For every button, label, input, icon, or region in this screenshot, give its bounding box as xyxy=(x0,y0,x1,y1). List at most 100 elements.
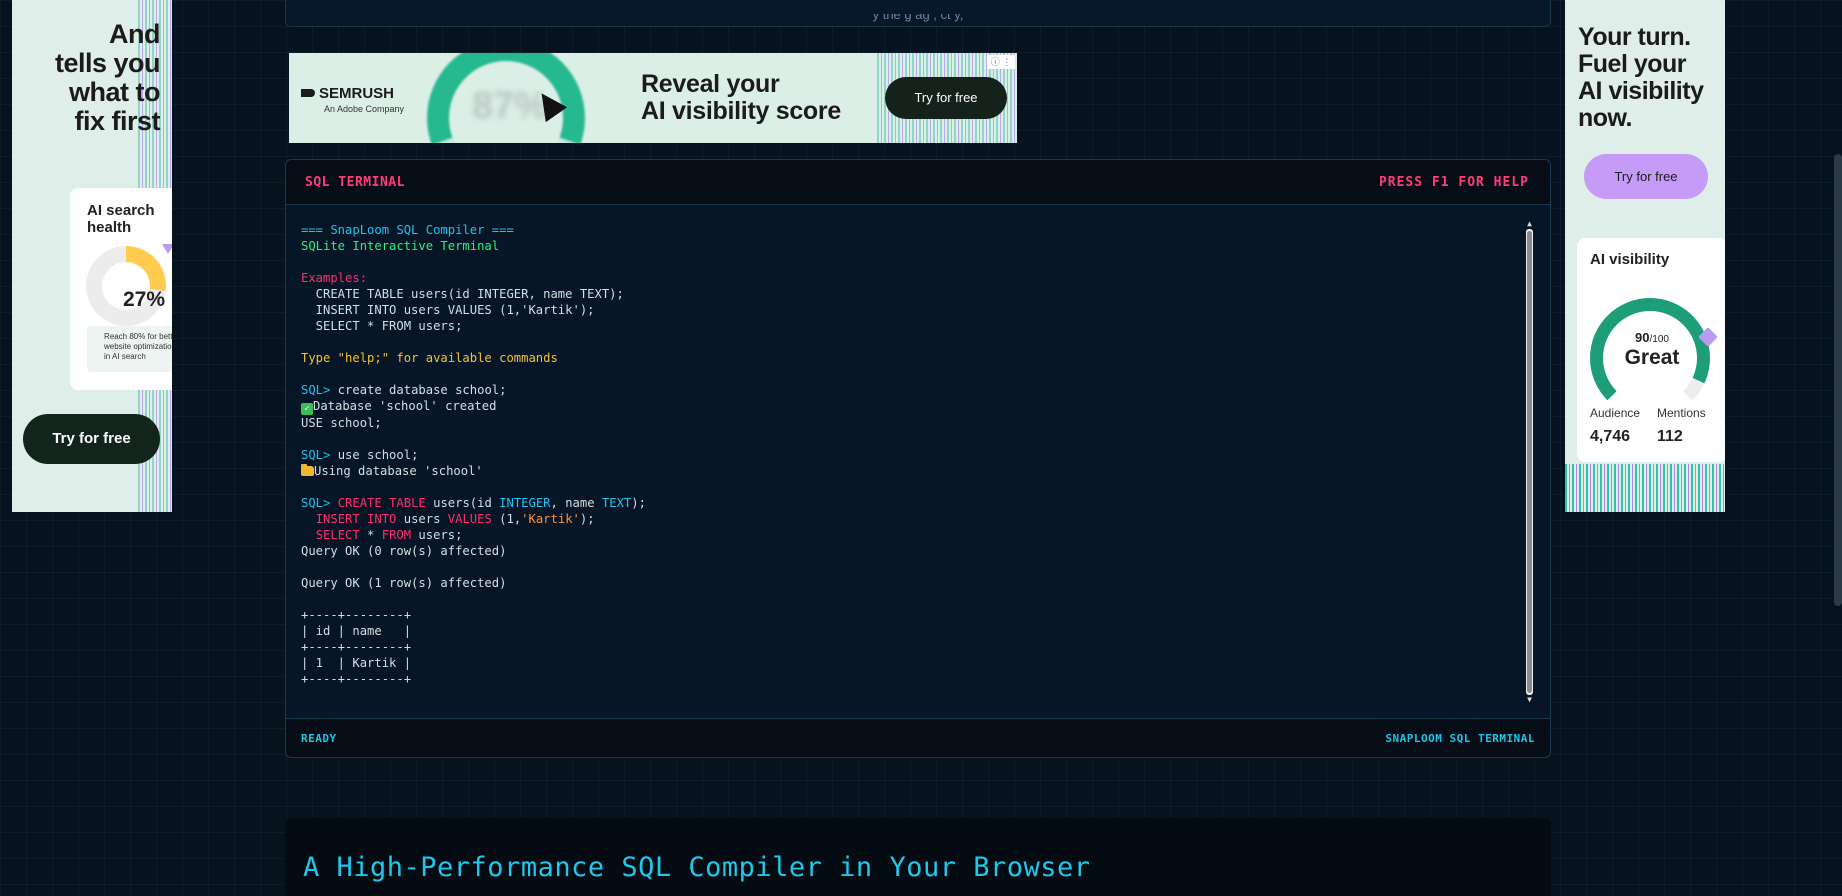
page-scrollbar[interactable] xyxy=(1834,154,1842,606)
left-ad-cta-button[interactable]: Try for free xyxy=(23,414,160,464)
right-ad-rating: Great xyxy=(1624,346,1680,369)
scroll-down-icon[interactable]: ▼ xyxy=(1524,695,1535,704)
right-ad-headline-line: Fuel your xyxy=(1578,50,1687,78)
right-ad-score-max: /100 xyxy=(1649,334,1669,345)
sql-keyword: INSERT INTO xyxy=(315,512,397,526)
section-title: A High-Performance SQL Compiler in Your … xyxy=(303,852,1091,883)
banner-cta-button[interactable]: Try for free xyxy=(885,77,1007,119)
sql-keyword: CREATE TABLE xyxy=(337,496,426,510)
examples-label: Examples: xyxy=(301,271,368,285)
sql-terminal[interactable]: SQL TERMINAL PRESS F1 FOR HELP === SnapL… xyxy=(285,159,1551,758)
command-text: users; xyxy=(411,528,463,542)
result-table-line: | id | name | xyxy=(301,624,412,638)
right-ad-headline: Your turn. Fuel your AI visibility now. xyxy=(1578,24,1723,132)
sql-prompt: SQL> xyxy=(301,383,331,397)
command-line: SELECT * FROM users; xyxy=(301,527,646,543)
right-ad-card: AI visibility 90/100 Great Audience 4,74… xyxy=(1577,238,1725,462)
command-text: users xyxy=(396,512,448,526)
feature-section: A High-Performance SQL Compiler in Your … xyxy=(285,818,1551,896)
banner-headline-line: AI visibility score xyxy=(641,97,841,125)
left-ad-headline-line: tells you xyxy=(54,48,161,78)
command-text: ); xyxy=(579,512,595,526)
result-line: Query OK (1 row(s) affected) xyxy=(301,576,507,590)
sql-string: 'Kartik' xyxy=(521,512,580,526)
help-hint: Type "help;" for available commands xyxy=(301,351,558,365)
scrollbar-thumb[interactable] xyxy=(1527,231,1532,693)
terminal-header: SQL TERMINAL PRESS F1 FOR HELP xyxy=(286,160,1550,205)
banner-logo-sub: An Adobe Company xyxy=(324,104,405,114)
example-line: CREATE TABLE users(id INTEGER, name TEXT… xyxy=(301,287,624,301)
output-text: USE school; xyxy=(301,416,382,430)
right-ad-cta-button[interactable]: Try for free xyxy=(1584,154,1708,199)
sql-type: INTEGER xyxy=(499,496,551,510)
command-line: INSERT INTO users VALUES (1,'Kartik'); xyxy=(301,511,646,527)
right-ad-headline-line: now. xyxy=(1578,104,1633,132)
terminal-footer: READY SNAPLOOM SQL TERMINAL xyxy=(286,718,1550,757)
right-ad-score: 90/100 xyxy=(1577,330,1725,345)
top-panel-text: y the g ag , ct y, xyxy=(872,14,964,22)
left-ad-headline-line: fix first xyxy=(74,106,160,136)
sql-keyword: VALUES xyxy=(447,512,492,526)
terminal-help-hint: PRESS F1 FOR HELP xyxy=(1378,175,1529,190)
gauge-icon xyxy=(86,246,166,326)
terminal-banner: === SnapLoom SQL Compiler === xyxy=(301,223,514,237)
stat-label-audience: Audience xyxy=(1590,406,1641,420)
output-text: Database 'school' created xyxy=(313,399,497,413)
terminal-title: SQL TERMINAL xyxy=(305,175,405,190)
command-output: Using database 'school' xyxy=(301,463,646,479)
output-text: Using database 'school' xyxy=(314,464,483,478)
left-ad-card-title: AI search health xyxy=(87,202,155,236)
command-text: use school; xyxy=(330,448,419,462)
sql-prompt: SQL> xyxy=(301,496,331,510)
command-text: create database school; xyxy=(330,383,507,397)
adchoices-icon[interactable]: ⓘ ⋮ xyxy=(987,55,1015,69)
example-line: SELECT * FROM users; xyxy=(301,319,463,333)
result-table-line: | 1 | Kartik | xyxy=(301,656,412,670)
left-ad-headline: And tells you what to fix first xyxy=(12,19,161,136)
banner-ad[interactable]: 87% SEMRUSH An Adobe Company Reveal your… xyxy=(289,53,1017,143)
command-line: SQL> use school; xyxy=(301,447,646,463)
left-ad-headline-line: And xyxy=(109,19,160,49)
command-output: ✓ Database 'school' created xyxy=(301,398,646,415)
banner-headline-line: Reveal your xyxy=(641,70,780,98)
sql-keyword: FROM xyxy=(381,528,412,542)
banner-headline: Reveal your AI visibility score xyxy=(641,71,841,125)
right-ad-headline-line: Your turn. xyxy=(1578,23,1691,51)
result-line: Query OK (0 row(s) affected) xyxy=(301,544,507,558)
left-ad-card: AI search health 27% Reach 80% for bette… xyxy=(70,188,172,390)
right-ad[interactable]: Your turn. Fuel your AI visibility now. … xyxy=(1565,0,1725,512)
command-text: * xyxy=(359,528,382,542)
stat-value-mentions: 112 xyxy=(1657,428,1683,445)
ad-stripes xyxy=(1565,464,1725,512)
command-text: (1, xyxy=(491,512,522,526)
command-text: users(id xyxy=(425,496,500,510)
result-table-line: +----+--------+ xyxy=(301,640,412,654)
right-ad-score-value: 90 xyxy=(1635,330,1650,345)
example-line: INSERT INTO users VALUES (1,'Kartik'); xyxy=(301,303,595,317)
left-ad-note: Reach 80% for better website optimizatio… xyxy=(87,326,172,372)
terminal-status: READY xyxy=(301,732,337,745)
semrush-logo: SEMRUSH xyxy=(301,85,394,102)
stat-value-audience: 4,746 xyxy=(1590,428,1631,445)
command-line: SQL> CREATE TABLE users(id INTEGER, name… xyxy=(301,495,646,511)
terminal-output[interactable]: === SnapLoom SQL Compiler === SQLite Inte… xyxy=(286,205,1550,713)
terminal-scrollbar[interactable]: ▲ ▼ xyxy=(1524,219,1535,745)
command-text: ); xyxy=(631,496,646,510)
right-ad-headline-line: AI visibility xyxy=(1578,77,1704,105)
left-ad[interactable]: And tells you what to fix first AI searc… xyxy=(12,0,172,512)
check-icon: ✓ xyxy=(301,403,313,415)
terminal-lines: === SnapLoom SQL Compiler === SQLite Inte… xyxy=(301,222,646,687)
scroll-up-icon[interactable]: ▲ xyxy=(1524,219,1535,228)
sql-type: TEXT xyxy=(601,496,632,510)
command-text: , name xyxy=(550,496,602,510)
terminal-subtitle: SQLite Interactive Terminal xyxy=(301,239,500,253)
gauge-marker-icon xyxy=(162,244,172,254)
result-table-line: +----+--------+ xyxy=(301,672,412,686)
